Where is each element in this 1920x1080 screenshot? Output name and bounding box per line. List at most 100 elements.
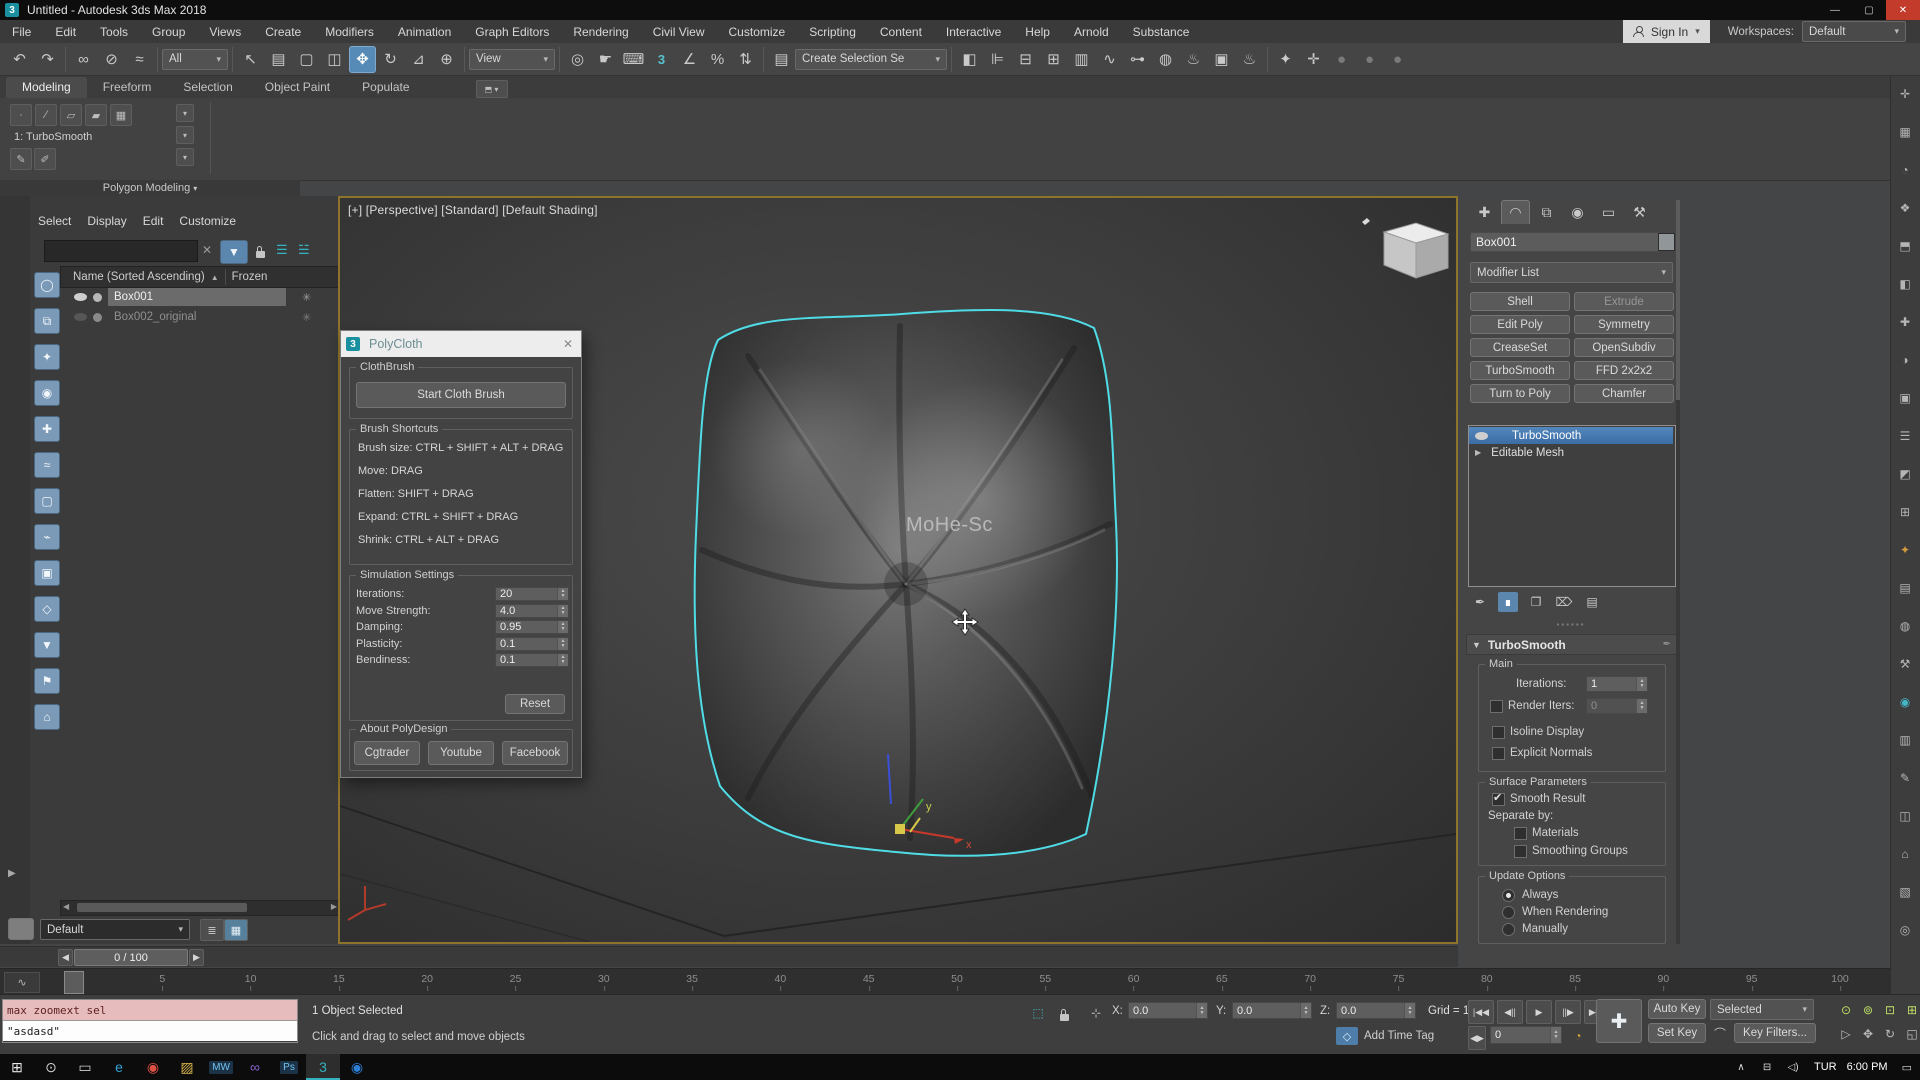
menu-item[interactable]: Customize bbox=[717, 20, 798, 43]
material-editor-icon[interactable]: ◍ bbox=[1152, 46, 1179, 73]
menu-item[interactable]: Group bbox=[140, 20, 197, 43]
modeling-tool-icon[interactable]: ✐ bbox=[34, 148, 56, 170]
auto-key-button[interactable]: Auto Key bbox=[1648, 999, 1706, 1019]
ribbon-group-bar[interactable]: Polygon Modeling ▾ bbox=[0, 180, 300, 196]
smooth-result-checkbox[interactable] bbox=[1492, 791, 1505, 806]
opensubdiv-button[interactable]: OpenSubdiv bbox=[1574, 338, 1674, 357]
border-icon[interactable]: ▱ bbox=[60, 104, 82, 126]
explicit-normals-checkbox[interactable] bbox=[1492, 747, 1505, 760]
next-frame-button[interactable]: ||▶ bbox=[1555, 1000, 1581, 1024]
search-input[interactable] bbox=[44, 240, 198, 262]
rendered-frame-window-icon[interactable]: ▣ bbox=[1208, 46, 1235, 73]
render-iters-checkbox[interactable] bbox=[1490, 700, 1503, 713]
lock-explorer-icon[interactable] bbox=[256, 245, 265, 263]
tab-modeling[interactable]: Modeling bbox=[6, 77, 87, 98]
reference-coordinate-dropdown[interactable]: View bbox=[469, 48, 555, 70]
param-spinner[interactable]: 0.1 ▲ ▼ bbox=[495, 636, 569, 651]
scroll-thumb[interactable] bbox=[77, 903, 247, 912]
iterations-spinner[interactable]: 1 ▲ ▼ bbox=[1586, 676, 1648, 692]
display-all-icon[interactable]: ◯ bbox=[34, 272, 60, 298]
menu-item[interactable]: File bbox=[0, 20, 43, 43]
listener-script-line[interactable]: "asdasd" bbox=[3, 1021, 297, 1041]
time-tag-icon[interactable]: ◇ bbox=[1336, 1027, 1358, 1045]
pin-app[interactable]: ◉ bbox=[340, 1054, 374, 1080]
scroll-right-icon[interactable]: ▶ bbox=[331, 902, 337, 911]
strip-icon[interactable]: ◑ bbox=[1895, 350, 1915, 370]
param-spinner[interactable]: 0.1 ▲ ▼ bbox=[495, 653, 569, 667]
hierarchy-tab-icon[interactable]: ⧉ bbox=[1532, 200, 1561, 224]
unlink-selection-icon[interactable]: ⊘ bbox=[98, 46, 125, 73]
visibility-eye-icon[interactable] bbox=[74, 293, 87, 301]
edge-icon[interactable]: ∕ bbox=[35, 104, 57, 126]
vertex-icon[interactable]: ∙ bbox=[10, 104, 32, 126]
frozen-toggle-icon[interactable]: ✳ bbox=[302, 291, 311, 304]
display-groups-icon[interactable]: ▢ bbox=[34, 488, 60, 514]
rectangular-selection-region-icon[interactable]: ▢ bbox=[293, 46, 320, 73]
polycloth-title-bar[interactable]: 3 PolyCloth ✕ bbox=[341, 331, 581, 357]
param-spinner[interactable]: 4.0 ▲ ▼ bbox=[495, 603, 569, 618]
rollout-drag-handle[interactable]: ▪▪▪▪▪▪ bbox=[1468, 620, 1674, 629]
sign-in-button[interactable]: Sign In ▾ bbox=[1622, 20, 1710, 43]
strip-icon[interactable]: ◔ bbox=[1895, 160, 1915, 180]
render-setup-icon[interactable]: ♨ bbox=[1180, 46, 1207, 73]
flat-view-icon[interactable]: ☱ bbox=[298, 242, 310, 258]
polygon-icon[interactable]: ▰ bbox=[85, 104, 107, 126]
ribbon-small-icon[interactable]: ▾ bbox=[176, 104, 194, 122]
render-misc-icon[interactable]: ✛ bbox=[1300, 46, 1327, 73]
show-end-result-icon[interactable]: ∎ bbox=[1498, 592, 1518, 612]
mini-curve-editor-icon[interactable]: ∿ bbox=[4, 972, 40, 993]
language-indicator[interactable]: TUR bbox=[1814, 1061, 1837, 1073]
menu-item[interactable]: Content bbox=[868, 20, 934, 43]
strip-icon[interactable]: ◎ bbox=[1895, 920, 1915, 940]
previous-frame-button[interactable]: ◀|| bbox=[1497, 1000, 1523, 1024]
strip-icon[interactable]: ◧ bbox=[1895, 274, 1915, 294]
update-always-radio[interactable] bbox=[1502, 889, 1515, 902]
zoom-extents-all-icon[interactable]: ⊞ bbox=[1902, 1000, 1920, 1020]
select-and-place-icon[interactable]: ⊕ bbox=[433, 46, 460, 73]
viewport-label[interactable]: [+] [Perspective] [Standard] [Default Sh… bbox=[348, 203, 598, 217]
key-filters-button[interactable]: Key Filters... bbox=[1734, 1023, 1816, 1043]
filter-icon[interactable]: ▼ bbox=[34, 632, 60, 658]
mirror-icon[interactable]: ◧ bbox=[956, 46, 983, 73]
display-tab-icon[interactable]: ▭ bbox=[1594, 200, 1623, 224]
orbit-icon[interactable]: ↻ bbox=[1880, 1024, 1900, 1044]
modeling-tool-icon[interactable]: ✎ bbox=[10, 148, 32, 170]
x-coordinate-field[interactable]: 0.0 ▲ ▼ bbox=[1128, 1002, 1208, 1019]
select-and-scale-icon[interactable]: ⊿ bbox=[405, 46, 432, 73]
start-button[interactable]: ⊞ bbox=[0, 1054, 34, 1080]
menu-item[interactable]: Animation bbox=[386, 20, 463, 43]
scroll-left-icon[interactable]: ◀ bbox=[63, 902, 69, 911]
strip-icon[interactable]: ⬒ bbox=[1895, 236, 1915, 256]
time-slider-track[interactable]: ◀ 0 / 100 ▶ bbox=[0, 946, 1458, 967]
current-frame-field[interactable]: 0 ▲ ▼ bbox=[1490, 1026, 1562, 1044]
notification-icon[interactable]: ▭ bbox=[1902, 1061, 1912, 1074]
param-spinner[interactable]: 20 ▲ ▼ bbox=[495, 587, 569, 601]
tab-freeform[interactable]: Freeform bbox=[87, 77, 168, 98]
toggle-layer-explorer-icon[interactable]: ⊞ bbox=[1040, 46, 1067, 73]
grid-view-icon[interactable]: ▦ bbox=[224, 919, 248, 941]
snaps-toggle-icon[interactable]: 3 bbox=[648, 46, 675, 73]
start-cloth-brush-button[interactable]: Start Cloth Brush bbox=[356, 382, 566, 408]
explorer-menu-item[interactable]: Edit bbox=[135, 210, 172, 232]
filter-selected-icon[interactable]: ▼ bbox=[220, 240, 248, 264]
pan-view-icon[interactable]: ✥ bbox=[1858, 1024, 1878, 1044]
keyboard-shortcut-override-icon[interactable]: ⌨ bbox=[620, 46, 647, 73]
reset-button[interactable]: Reset bbox=[505, 694, 565, 714]
zoom-icon[interactable]: ⊙ bbox=[1836, 1000, 1856, 1020]
network-icon[interactable]: ⊟ bbox=[1756, 1054, 1778, 1080]
selection-swatch-button[interactable] bbox=[8, 918, 34, 940]
edit-poly-button[interactable]: Edit Poly bbox=[1470, 315, 1570, 334]
volume-icon[interactable]: ◁) bbox=[1782, 1054, 1804, 1080]
hierarchy-view-icon[interactable]: ☰ bbox=[276, 242, 288, 258]
strip-icon[interactable]: ◩ bbox=[1895, 464, 1915, 484]
play-button[interactable]: ▶ bbox=[1526, 1000, 1552, 1024]
turn-to-poly-button[interactable]: Turn to Poly bbox=[1470, 384, 1570, 403]
time-slider-handle[interactable]: 0 / 100 bbox=[74, 949, 188, 966]
add-time-tag-label[interactable]: Add Time Tag bbox=[1364, 1030, 1434, 1042]
tab-populate[interactable]: Populate bbox=[346, 77, 425, 98]
close-button[interactable]: ✕ bbox=[1886, 0, 1920, 20]
schematic-view-icon[interactable]: ⊶ bbox=[1124, 46, 1151, 73]
track-bar[interactable]: ∿ 05101520253035404550556065707580859095… bbox=[0, 968, 1890, 995]
arnold-render-icon[interactable]: ✦ bbox=[1272, 46, 1299, 73]
render-iters-spinner[interactable]: 0 ▲ ▼ bbox=[1586, 698, 1648, 714]
